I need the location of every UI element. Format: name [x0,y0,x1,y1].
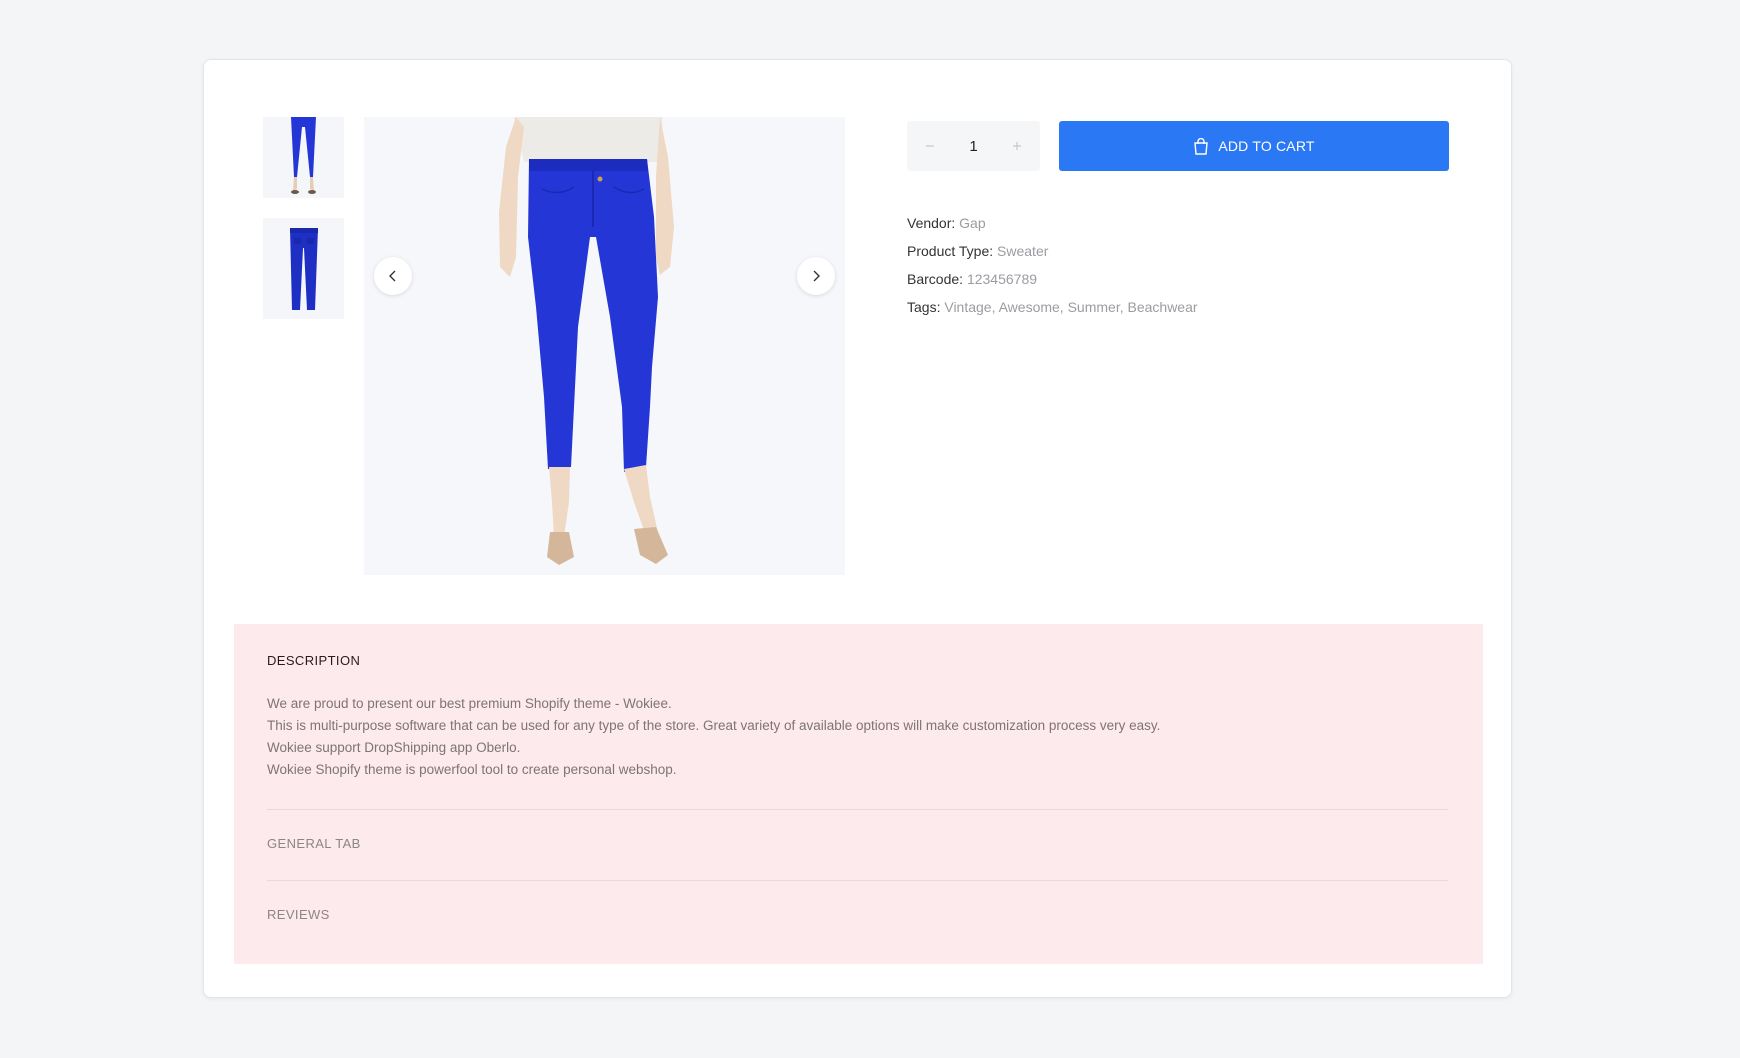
add-to-cart-button[interactable]: ADD TO CART [1059,121,1449,171]
thumbnail-front[interactable] [263,117,344,198]
divider [267,809,1448,810]
tags-row: Tags: Vintage, Awesome, Summer, Beachwea… [907,299,1407,315]
plus-icon [1013,142,1021,150]
jeans-product-image [364,117,845,575]
jeans-back-thumbnail-image [263,218,344,319]
chevron-left-icon [389,270,396,282]
divider [267,880,1448,881]
thumbnail-back[interactable] [263,218,344,319]
tags-value[interactable]: Vintage, Awesome, Summer, Beachwear [944,299,1197,315]
vendor-value: Gap [959,215,986,231]
product-card: ADD TO CART Vendor: Gap Product Type: Sw… [203,59,1512,998]
product-type-value: Sweater [997,243,1049,259]
vendor-row: Vendor: Gap [907,215,1407,231]
description-line: This is multi-purpose software that can … [267,718,1161,733]
tags-label: Tags: [907,299,941,315]
description-line: We are proud to present our best premium… [267,696,672,711]
minus-icon [926,145,934,147]
tab-reviews[interactable]: REVIEWS [267,907,330,922]
quantity-stepper [907,121,1040,171]
barcode-label: Barcode: [907,271,964,287]
tab-description[interactable]: DESCRIPTION [267,653,360,668]
vendor-label: Vendor: [907,215,956,231]
barcode-row: Barcode: 123456789 [907,271,1407,287]
prev-image-button[interactable] [374,257,412,295]
quantity-input[interactable] [946,136,1001,156]
product-tabs-accordion: DESCRIPTION We are proud to present our … [234,624,1483,964]
chevron-right-icon [813,270,820,282]
description-text: We are proud to present our best premium… [267,693,1447,781]
jeans-front-thumbnail-image [263,117,344,198]
product-type-label: Product Type: [907,243,994,259]
description-line: Wokiee support DropShipping app Oberlo. [267,740,521,755]
tab-general[interactable]: GENERAL TAB [267,836,361,851]
barcode-value: 123456789 [966,271,1038,287]
description-line: Wokiee Shopify theme is powerfool tool t… [267,762,677,777]
next-image-button[interactable] [797,257,835,295]
product-main-image [364,117,845,575]
add-to-cart-label: ADD TO CART [1218,138,1315,154]
shopping-bag-icon [1194,137,1209,155]
decrease-quantity-button[interactable] [919,135,941,157]
increase-quantity-button[interactable] [1006,135,1028,157]
product-type-row: Product Type: Sweater [907,243,1407,259]
